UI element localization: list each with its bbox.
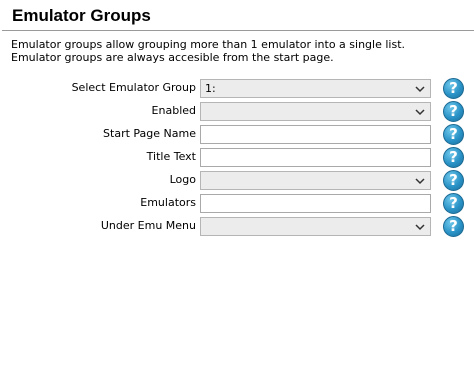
- form-row-logo: Logo ?: [0, 170, 474, 192]
- page-title: Emulator Groups: [12, 6, 151, 25]
- form-row-under-emu-menu: Under Emu Menu ?: [0, 216, 474, 238]
- description-line-2: Emulator groups are always accesible fro…: [11, 51, 334, 64]
- form-row-emulators: Emulators ?: [0, 193, 474, 215]
- help-icon[interactable]: ?: [443, 193, 464, 214]
- form-row-start-page-name: Start Page Name ?: [0, 124, 474, 146]
- start-page-name-label: Start Page Name: [103, 127, 196, 140]
- under-emu-menu-label: Under Emu Menu: [100, 219, 196, 232]
- logo-label: Logo: [169, 173, 196, 186]
- enabled-dropdown[interactable]: [200, 102, 431, 121]
- chevron-down-icon: [415, 178, 425, 185]
- header-divider: [2, 30, 474, 31]
- help-icon[interactable]: ?: [443, 147, 464, 168]
- help-icon[interactable]: ?: [443, 170, 464, 191]
- form-row-enabled: Enabled ?: [0, 101, 474, 123]
- chevron-down-icon: [415, 109, 425, 116]
- start-page-name-input[interactable]: [200, 125, 431, 144]
- help-icon[interactable]: ?: [443, 124, 464, 145]
- help-icon[interactable]: ?: [443, 101, 464, 122]
- emulators-label: Emulators: [140, 196, 196, 209]
- under-emu-menu-dropdown[interactable]: [200, 217, 431, 236]
- select-emulator-group-dropdown[interactable]: 1:: [200, 79, 431, 98]
- emulators-input[interactable]: [200, 194, 431, 213]
- page-header: Emulator Groups: [0, 0, 474, 32]
- title-text-input[interactable]: [200, 148, 431, 167]
- chevron-down-icon: [415, 224, 425, 231]
- help-icon[interactable]: ?: [443, 78, 464, 99]
- help-icon[interactable]: ?: [443, 216, 464, 237]
- select-emulator-group-label: Select Emulator Group: [71, 81, 196, 94]
- page-description: Emulator groups allow grouping more than…: [11, 38, 471, 64]
- chevron-down-icon: [415, 86, 425, 93]
- select-emulator-group-value: 1:: [205, 82, 216, 95]
- enabled-label: Enabled: [151, 104, 196, 117]
- description-line-1: Emulator groups allow grouping more than…: [11, 38, 406, 51]
- form-row-title-text: Title Text ?: [0, 147, 474, 169]
- form-row-select-emulator-group: Select Emulator Group 1: ?: [0, 78, 474, 100]
- logo-dropdown[interactable]: [200, 171, 431, 190]
- title-text-label: Title Text: [146, 150, 196, 163]
